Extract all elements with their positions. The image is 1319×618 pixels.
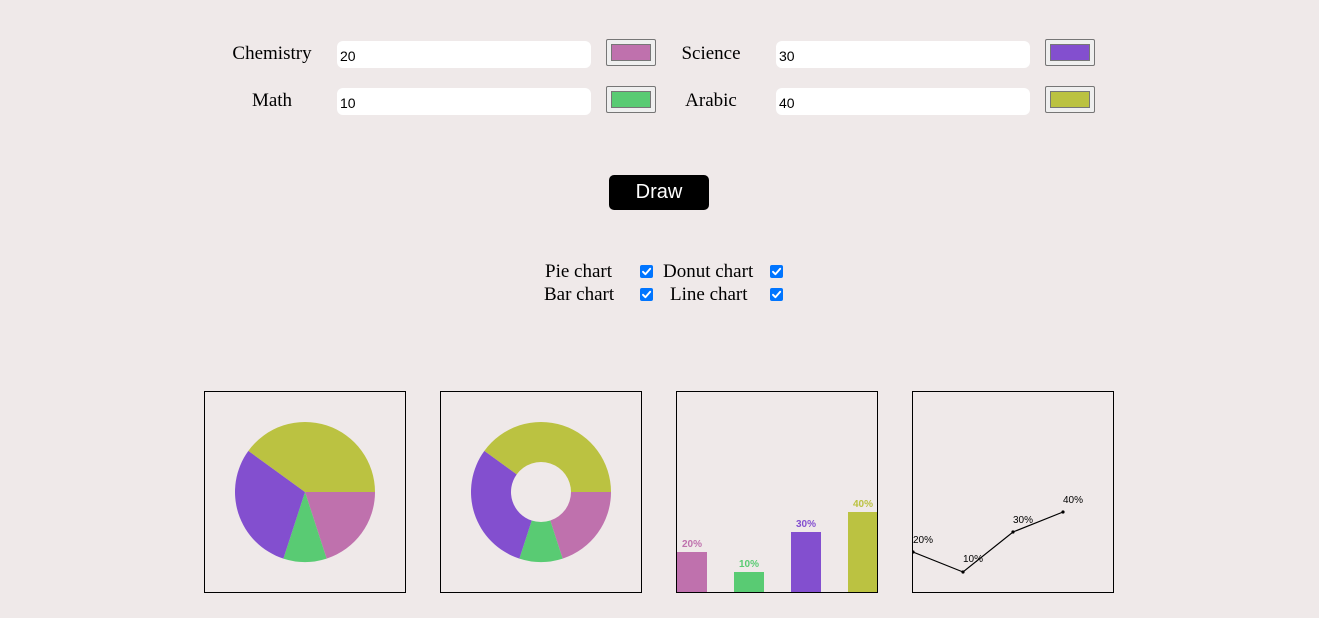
line-chart-checkbox[interactable] xyxy=(770,288,783,301)
draw-button[interactable]: Draw xyxy=(609,175,709,210)
arabic-value-input[interactable] xyxy=(776,88,1030,115)
math-color-fill xyxy=(611,91,651,108)
bar-science xyxy=(791,532,821,592)
bar-arabic xyxy=(848,512,877,592)
bar-label-chemistry: 20% xyxy=(682,539,702,550)
check-icon xyxy=(642,267,652,276)
pie-chart-canvas xyxy=(204,391,406,593)
pie-chart-toggle-label: Pie chart xyxy=(545,261,613,282)
math-color-picker[interactable] xyxy=(606,86,656,113)
donut-chart-toggle-label: Donut chart xyxy=(663,261,754,282)
bar-chart-toggle-label: Bar chart xyxy=(544,284,615,305)
bar-label-arabic: 40% xyxy=(853,499,873,510)
pie-chart xyxy=(235,422,375,562)
bar-label-science: 30% xyxy=(796,519,816,530)
arabic-color-fill xyxy=(1050,91,1090,108)
arabic-color-picker[interactable] xyxy=(1045,86,1095,113)
subject-label-arabic: Arabic xyxy=(685,90,737,111)
subject-label-science: Science xyxy=(681,43,741,64)
bar-chemistry xyxy=(677,552,707,592)
line-label-chemistry: 20% xyxy=(913,535,933,546)
chemistry-color-fill xyxy=(611,44,651,61)
chemistry-color-picker[interactable] xyxy=(606,39,656,66)
bar-chart: 20% 10% 30% 40% xyxy=(677,499,877,592)
line-label-science: 30% xyxy=(1013,515,1033,526)
check-icon xyxy=(772,267,782,276)
subject-label-math: Math xyxy=(251,90,293,111)
line-chart-toggle-label: Line chart xyxy=(670,284,748,305)
donut-chart-checkbox[interactable] xyxy=(770,265,783,278)
math-value-input[interactable] xyxy=(337,88,591,115)
subject-label-chemistry: Chemistry xyxy=(232,43,312,64)
line-point-science xyxy=(1011,530,1015,534)
line-point-arabic xyxy=(1061,510,1065,514)
bar-chart-checkbox[interactable] xyxy=(640,288,653,301)
line-label-math: 10% xyxy=(963,554,983,565)
science-color-picker[interactable] xyxy=(1045,39,1095,66)
science-color-fill xyxy=(1050,44,1090,61)
bar-label-math: 10% xyxy=(739,559,759,570)
check-icon xyxy=(772,290,782,299)
science-value-input[interactable] xyxy=(776,41,1030,68)
pie-chart-checkbox[interactable] xyxy=(640,265,653,278)
line-chart-canvas: 20% 10% 30% 40% xyxy=(912,391,1114,593)
bar-chart-canvas: 20% 10% 30% 40% xyxy=(676,391,878,593)
line-label-arabic: 40% xyxy=(1063,495,1083,506)
line-series xyxy=(913,511,1064,573)
donut-chart-canvas xyxy=(440,391,642,593)
check-icon xyxy=(642,290,652,299)
donut-chart xyxy=(471,422,611,562)
bar-math xyxy=(734,572,764,592)
line-point-math xyxy=(961,570,965,574)
chemistry-value-input[interactable] xyxy=(337,41,591,68)
line-chart: 20% 10% 30% 40% xyxy=(913,495,1083,574)
